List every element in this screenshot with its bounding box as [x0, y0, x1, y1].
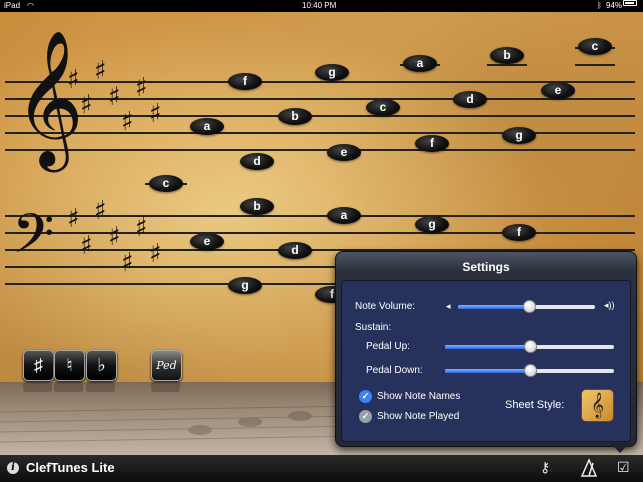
battery-percent: 94% [606, 1, 623, 10]
key-icon[interactable]: ⚷ [540, 459, 550, 476]
slider-thumb[interactable] [523, 364, 537, 377]
note-button[interactable]: d [453, 91, 487, 108]
note-button[interactable]: e [190, 233, 224, 250]
note-button[interactable]: g [502, 127, 536, 144]
volume-high-icon: ◂)) [604, 300, 615, 310]
sharp-icon: ♯ [135, 213, 148, 243]
slider-thumb[interactable] [523, 340, 537, 353]
note-button[interactable]: a [327, 207, 361, 224]
flat-button[interactable]: ♭ [86, 350, 117, 381]
note-button[interactable]: f [502, 224, 536, 241]
sharp-icon: ♯ [67, 65, 80, 95]
bluetooth-icon: ᛒ [597, 1, 602, 10]
sharp-icon: ♯ [108, 82, 121, 112]
note-button[interactable]: c [149, 175, 183, 192]
sharp-icon: ♯ [80, 90, 93, 120]
pedal-up-label: Pedal Up: [366, 341, 410, 352]
settings-popover: Settings Note Volume: ◂ ◂)) Sustain: Ped… [335, 251, 637, 447]
sharp-icon: ♯ [67, 204, 80, 234]
note-button[interactable]: g [415, 216, 449, 233]
wifi-icon: ◠ [27, 1, 34, 10]
note-button[interactable]: a [403, 55, 437, 72]
note-button[interactable]: e [327, 144, 361, 161]
note-button[interactable]: e [541, 82, 575, 99]
volume-low-icon: ◂ [446, 301, 451, 311]
device-label: iPad [4, 1, 21, 10]
button-reflection [54, 382, 83, 392]
battery-icon [623, 0, 637, 6]
pedal-up-slider[interactable] [445, 340, 614, 353]
show-note-played-checkbox[interactable]: ✓ [359, 410, 372, 423]
sharp-icon: ♯ [149, 239, 162, 269]
note-volume-label: Note Volume: [355, 301, 416, 312]
note-button[interactable]: g [315, 64, 349, 81]
pedal-down-slider[interactable] [445, 364, 614, 377]
button-reflection [151, 382, 180, 392]
sharp-icon: ♯ [121, 248, 134, 278]
settings-panel: Note Volume: ◂ ◂)) Sustain: Pedal Up: Pe… [341, 280, 631, 442]
show-note-names-label[interactable]: Show Note Names [377, 391, 460, 402]
pedal-down-label: Pedal Down: [366, 365, 423, 376]
app-title: ClefTunes Lite [26, 460, 115, 475]
note-button[interactable]: b [490, 47, 524, 64]
note-button[interactable]: b [278, 108, 312, 125]
note-button[interactable]: d [240, 153, 274, 170]
note-button[interactable]: f [228, 73, 262, 90]
natural-button[interactable]: ♮ [54, 350, 85, 381]
sharp-icon: ♯ [149, 99, 162, 129]
note-button[interactable]: c [366, 99, 400, 116]
sharp-icon: ♯ [80, 231, 93, 261]
button-reflection [86, 382, 115, 392]
note-button[interactable]: d [278, 242, 312, 259]
sustain-label: Sustain: [355, 322, 392, 333]
sharp-icon: ♯ [94, 196, 107, 226]
note-button[interactable]: b [240, 198, 274, 215]
sharp-icon: ♯ [135, 73, 148, 103]
bottom-toolbar: i ClefTunes Lite ⚷ ☑ [0, 455, 643, 482]
note-button[interactable]: f [415, 135, 449, 152]
show-note-played-label[interactable]: Show Note Played [377, 411, 459, 422]
sharp-icon: ♯ [121, 107, 134, 137]
note-button[interactable]: c [578, 38, 612, 55]
status-bar: iPad ◠ 10:40 PM ᛒ 94% [0, 0, 643, 12]
pedal-button[interactable]: Ped [151, 350, 182, 381]
bass-clef-icon: 𝄢 [12, 202, 55, 279]
sharp-button[interactable]: ♯ [23, 350, 54, 381]
staff-reflection [0, 405, 360, 443]
sheet-style-label: Sheet Style: [505, 399, 565, 411]
info-icon[interactable]: i [7, 462, 19, 474]
sharp-icon: ♯ [108, 222, 121, 252]
note-button[interactable]: g [228, 277, 262, 294]
treble-clef-icon: 𝄞 [14, 28, 84, 166]
clock: 10:40 PM [302, 1, 337, 10]
button-reflection [23, 382, 52, 392]
popover-arrow [610, 443, 630, 453]
note-button[interactable]: a [190, 118, 224, 135]
show-note-names-checkbox[interactable]: ✓ [359, 390, 372, 403]
slider-thumb[interactable] [523, 300, 537, 313]
sheet-style-button[interactable]: 𝄞 [581, 389, 614, 422]
settings-title: Settings [462, 260, 510, 274]
sharp-icon: ♯ [94, 56, 107, 86]
metronome-icon[interactable] [578, 458, 600, 478]
settings-check-icon[interactable]: ☑ [617, 459, 630, 476]
note-volume-slider[interactable] [458, 300, 595, 313]
